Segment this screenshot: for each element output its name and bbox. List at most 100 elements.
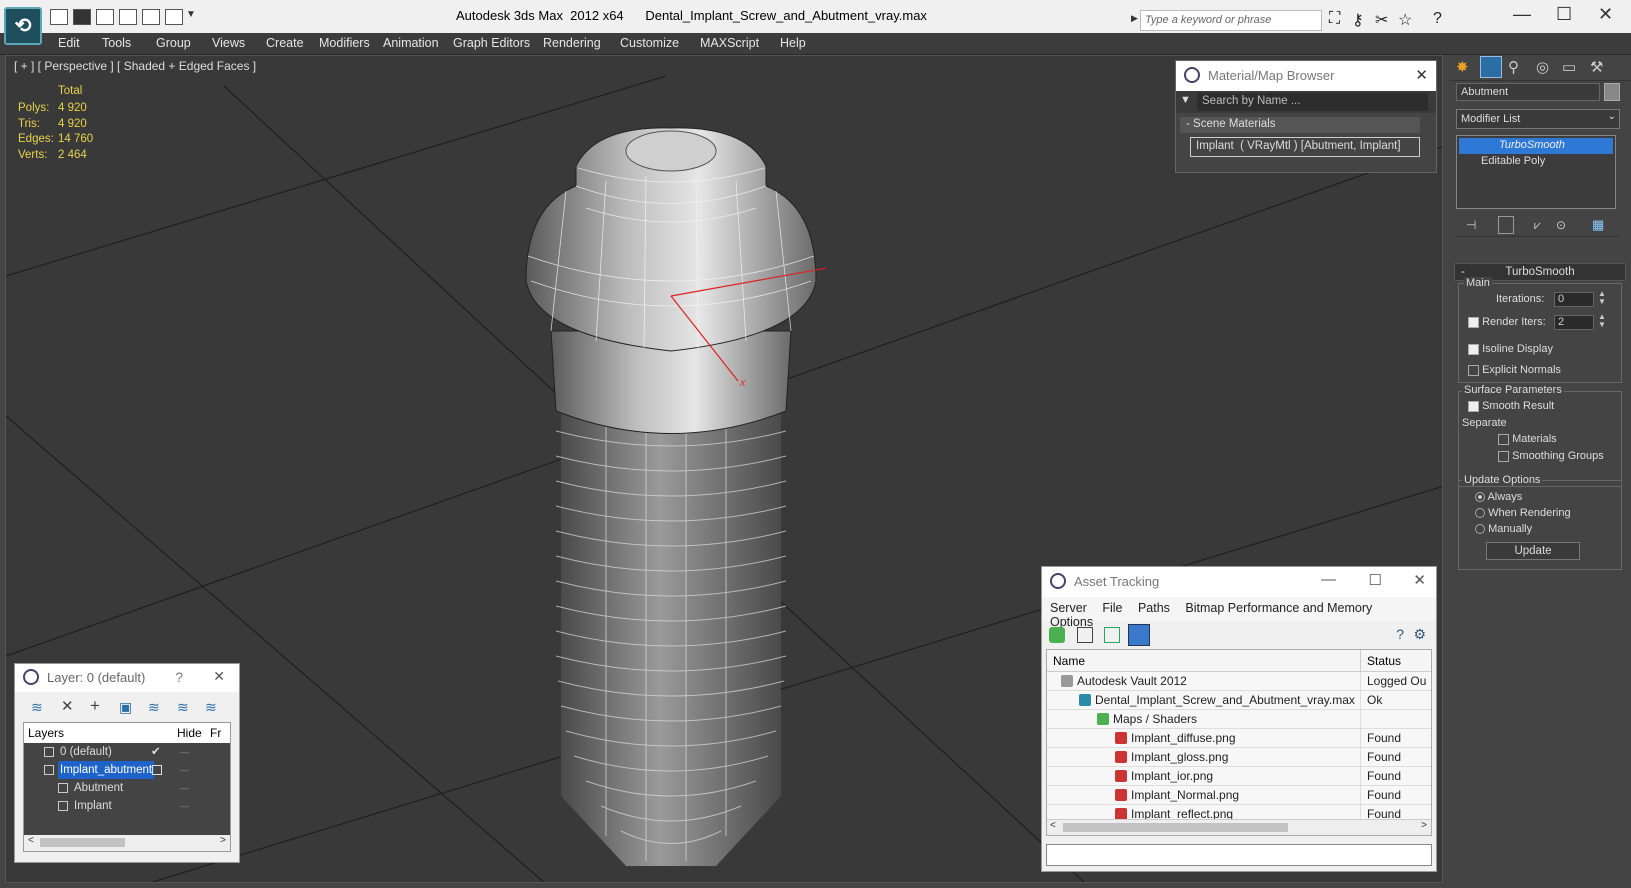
freeze-all-icon[interactable]: ≋	[205, 699, 217, 716]
menu-rendering[interactable]: Rendering	[543, 36, 601, 50]
expand-icon[interactable]: ▶	[1131, 13, 1138, 24]
close-icon[interactable]: ✕	[1598, 4, 1613, 25]
binoculars-icon[interactable]: ⛶	[1329, 10, 1340, 28]
star-icon[interactable]: ☆	[1398, 10, 1412, 30]
make-unique-icon[interactable]: ⩗	[1534, 218, 1541, 233]
asset-row[interactable]: Implant_diffuse.png Found	[1047, 729, 1431, 748]
scroll-left-icon[interactable]: <	[1050, 820, 1056, 831]
spinner-arrows-icon[interactable]: ▲ ▼	[1598, 313, 1606, 329]
highlight-layer-icon[interactable]: ≋	[148, 699, 160, 716]
hide-toggle[interactable]: —	[180, 779, 189, 797]
undo-icon[interactable]	[142, 9, 160, 25]
chevron-down-icon[interactable]: ▼	[186, 9, 196, 20]
smooth-result-checkbox[interactable]	[1468, 400, 1479, 412]
display-tab-icon[interactable]: ▭	[1562, 58, 1576, 76]
menu-graph-editors[interactable]: Graph Editors	[453, 36, 530, 50]
app-logo-icon[interactable]: ⟲	[4, 7, 42, 45]
material-item[interactable]: Implant ( VRayMtl ) [Abutment, Implant]	[1190, 137, 1420, 157]
col-hide-header[interactable]: Hide	[177, 726, 202, 740]
filter-icon[interactable]: ▼	[1180, 94, 1191, 106]
scroll-right-icon[interactable]: >	[220, 835, 226, 846]
render-iters-spinner[interactable]: 2	[1554, 315, 1594, 330]
manually-radio[interactable]	[1475, 524, 1485, 535]
menu-server[interactable]: Server	[1050, 601, 1087, 615]
update-button[interactable]: Update	[1486, 542, 1580, 560]
explicit-normals-checkbox[interactable]	[1468, 364, 1479, 376]
settings-help-icon[interactable]: ⚙	[1413, 626, 1426, 643]
when-rendering-radio[interactable]	[1475, 508, 1485, 519]
asset-row[interactable]: Implant_gloss.png Found	[1047, 748, 1431, 767]
close-icon[interactable]: ✕	[1413, 571, 1426, 589]
render-iters-checkbox[interactable]	[1468, 316, 1479, 328]
active-layer-check-icon[interactable]: ✔	[151, 743, 161, 761]
hide-all-icon[interactable]: ≋	[177, 699, 189, 716]
layer-row[interactable]: Implant_abutment —	[24, 761, 230, 779]
create-layer-icon[interactable]: ≋	[31, 699, 43, 716]
layer-scrollbar[interactable]: < >	[24, 835, 230, 851]
close-icon[interactable]: ✕	[213, 668, 225, 685]
help-icon[interactable]: ?	[175, 669, 183, 685]
create-tab-icon[interactable]: ✸	[1456, 58, 1469, 76]
show-end-result-icon[interactable]	[1498, 216, 1514, 234]
utilities-tab-icon[interactable]: ⚒	[1590, 58, 1603, 76]
material-browser-titlebar[interactable]: Material/Map Browser ✕	[1176, 61, 1436, 91]
menu-edit[interactable]: Edit	[58, 36, 80, 50]
table-view-icon[interactable]	[1128, 624, 1150, 646]
spinner-arrows-icon[interactable]: ▲ ▼	[1598, 290, 1606, 306]
menu-bitmap-performance[interactable]: Bitmap Performance and Memory	[1185, 601, 1372, 615]
configure-sets-icon[interactable]: ▦	[1592, 217, 1604, 233]
open-icon[interactable]	[50, 9, 68, 25]
new-icon[interactable]	[96, 9, 114, 25]
object-color-swatch[interactable]	[1604, 83, 1620, 101]
scroll-right-icon[interactable]: >	[1421, 820, 1427, 831]
scroll-thumb[interactable]	[40, 838, 125, 847]
asset-scrollbar[interactable]: < >	[1047, 819, 1431, 835]
object-name-field[interactable]: Abutment	[1456, 83, 1600, 101]
hierarchy-tab-icon[interactable]: ⚲	[1508, 58, 1519, 76]
thumbnail-icon[interactable]	[1104, 627, 1120, 643]
asset-path-field[interactable]	[1046, 844, 1432, 866]
modify-tab-icon[interactable]	[1480, 56, 1502, 78]
scene-materials-section[interactable]: - Scene Materials	[1180, 117, 1420, 133]
isoline-checkbox[interactable]	[1468, 343, 1479, 355]
menu-help[interactable]: Help	[780, 36, 806, 50]
asset-tracking-titlebar[interactable]: Asset Tracking — ☐ ✕	[1042, 567, 1436, 597]
menu-animation[interactable]: Animation	[383, 36, 439, 50]
add-to-layer-icon[interactable]: +	[90, 696, 100, 716]
remove-modifier-icon[interactable]: ⊙	[1556, 218, 1566, 232]
menu-maxscript[interactable]: MAXScript	[700, 36, 759, 50]
search-input[interactable]: Type a keyword or phrase	[1140, 10, 1322, 31]
hide-toggle[interactable]: —	[180, 743, 189, 761]
pin-stack-icon[interactable]: ⊣	[1466, 218, 1476, 232]
save-icon[interactable]	[73, 9, 91, 25]
tools-icon[interactable]: ✂	[1375, 10, 1388, 30]
layer-row[interactable]: Implant —	[24, 797, 230, 815]
hide-toggle[interactable]: —	[180, 797, 189, 815]
delete-layer-icon[interactable]: ✕	[61, 697, 74, 715]
current-layer-checkbox[interactable]	[152, 765, 162, 775]
asset-row[interactable]: Maps / Shaders	[1047, 710, 1431, 729]
hide-toggle[interactable]: —	[180, 761, 189, 779]
col-name-header[interactable]: Name	[1053, 654, 1085, 668]
list-icon[interactable]	[1077, 627, 1093, 643]
smoothing-groups-checkbox[interactable]	[1498, 450, 1509, 462]
select-objects-icon[interactable]: ▣	[119, 699, 132, 716]
hold-icon[interactable]	[119, 9, 137, 25]
material-search-input[interactable]: Search by Name ...	[1197, 93, 1428, 111]
stack-item-editable-poly[interactable]: Editable Poly	[1459, 154, 1613, 170]
menu-views[interactable]: Views	[212, 36, 245, 50]
asset-row[interactable]: Implant_Normal.png Found	[1047, 786, 1431, 805]
layer-row[interactable]: Abutment —	[24, 779, 230, 797]
menu-create[interactable]: Create	[266, 36, 304, 50]
scroll-left-icon[interactable]: <	[28, 835, 34, 846]
iterations-spinner[interactable]: 0	[1554, 292, 1594, 307]
menu-paths[interactable]: Paths	[1138, 601, 1170, 615]
asset-row[interactable]: Dental_Implant_Screw_and_Abutment_vray.m…	[1047, 691, 1431, 710]
help-icon[interactable]: ?	[1396, 626, 1404, 642]
scroll-thumb[interactable]	[1063, 823, 1288, 832]
close-icon[interactable]: ✕	[1415, 66, 1428, 84]
layer-row[interactable]: 0 (default) — ✔	[24, 743, 230, 761]
key-icon[interactable]: ⚷	[1352, 10, 1364, 30]
col-freeze-header[interactable]: Fr	[210, 726, 221, 740]
refresh-icon[interactable]	[1049, 627, 1065, 643]
